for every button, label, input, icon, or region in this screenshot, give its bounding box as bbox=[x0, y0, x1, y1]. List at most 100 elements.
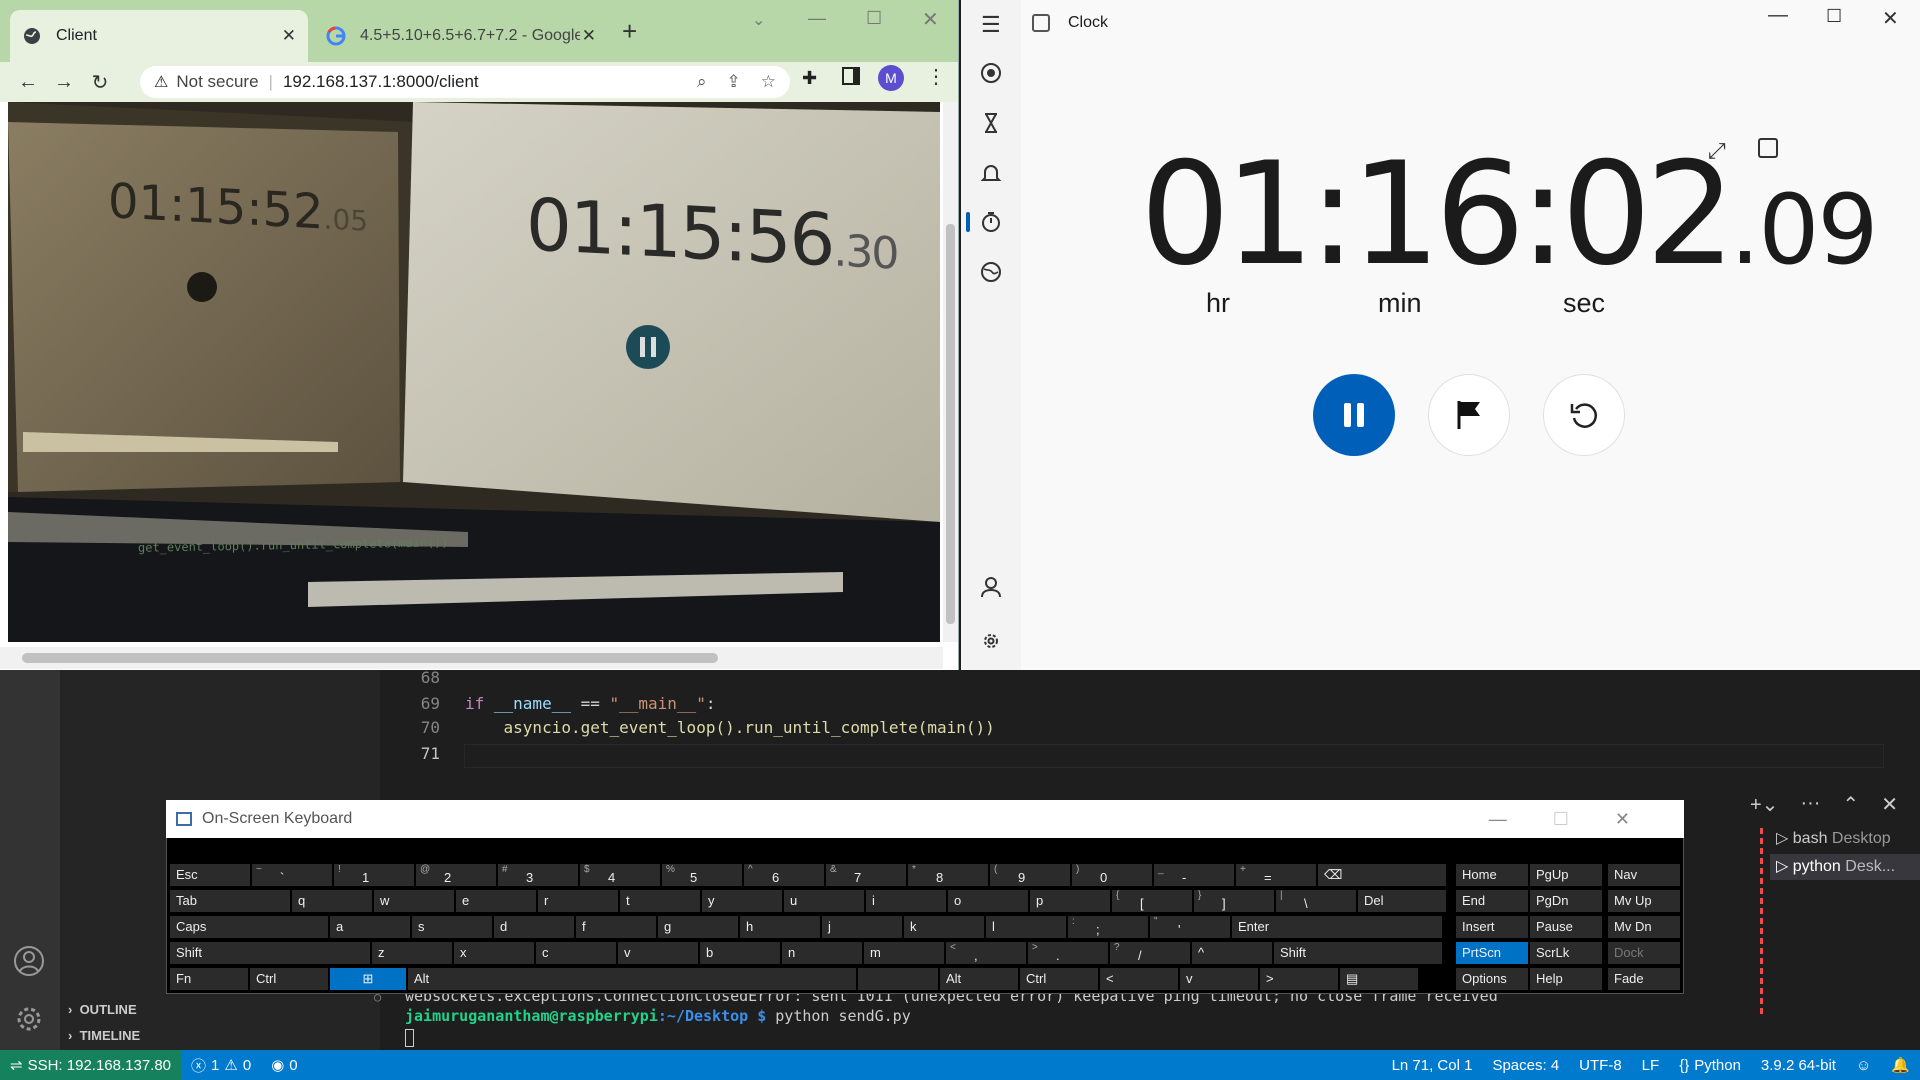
osk-key[interactable]: ? / bbox=[1110, 942, 1190, 964]
osk-key[interactable]: p bbox=[1030, 890, 1110, 912]
terminal-tab-bash[interactable]: ▷ bash Desktop bbox=[1776, 828, 1891, 848]
osk-key[interactable]: v bbox=[618, 942, 698, 964]
osk-key[interactable]: Fn bbox=[170, 968, 248, 990]
indentation[interactable]: Spaces: 4 bbox=[1482, 1057, 1569, 1074]
star-icon[interactable]: ☆ bbox=[761, 72, 776, 92]
osk-key[interactable]: a bbox=[330, 916, 410, 938]
osk-key[interactable]: x bbox=[454, 942, 534, 964]
share-icon[interactable]: ⇪ bbox=[727, 72, 741, 92]
minimize-button[interactable]: — bbox=[1489, 809, 1507, 830]
osk-key[interactable]: {[ bbox=[1112, 890, 1192, 912]
osk-nav-key[interactable]: Options bbox=[1456, 968, 1528, 990]
osk-key[interactable]: Ctrl bbox=[250, 968, 328, 990]
osk-nav-key[interactable]: Pause bbox=[1530, 916, 1602, 938]
ports-indicator[interactable]: ◉ 0 bbox=[261, 1056, 307, 1075]
osk-key[interactable]: w bbox=[374, 890, 454, 912]
osk-key[interactable]: Alt bbox=[940, 968, 1018, 990]
osk-key[interactable]: * 8 bbox=[908, 864, 988, 886]
more-menu-icon[interactable]: ⋮ bbox=[926, 64, 946, 89]
reload-icon[interactable]: ↻ bbox=[82, 64, 118, 100]
osk-nav-key[interactable]: PgDn bbox=[1530, 890, 1602, 912]
osk-key[interactable]: % 5 bbox=[662, 864, 742, 886]
close-panel-icon[interactable]: ✕ bbox=[1881, 792, 1898, 817]
osk-key[interactable]: g bbox=[658, 916, 738, 938]
osk-key[interactable]: <, bbox=[946, 942, 1026, 964]
osk-key[interactable]: Alt bbox=[408, 968, 856, 990]
osk-key[interactable]: _ - bbox=[1154, 864, 1234, 886]
vertical-scrollbar[interactable] bbox=[943, 102, 958, 642]
osk-nav-key[interactable]: Dock bbox=[1608, 942, 1680, 964]
lap-button[interactable] bbox=[1428, 374, 1510, 456]
osk-key[interactable]: Shift bbox=[170, 942, 370, 964]
osk-key[interactable]: $4 bbox=[580, 864, 660, 886]
close-window-button[interactable]: ✕ bbox=[1882, 6, 1899, 31]
timer-icon[interactable] bbox=[974, 106, 1008, 140]
osk-key[interactable]: s bbox=[412, 916, 492, 938]
encoding[interactable]: UTF-8 bbox=[1569, 1057, 1632, 1074]
new-terminal-icon[interactable]: +⌄ bbox=[1750, 792, 1778, 817]
pause-button[interactable] bbox=[1313, 374, 1395, 456]
osk-key[interactable]: Esc bbox=[170, 864, 250, 886]
settings-gear-icon[interactable] bbox=[974, 624, 1008, 658]
osk-key[interactable]: ⌫ bbox=[1318, 864, 1446, 886]
osk-key[interactable]: u bbox=[784, 890, 864, 912]
horizontal-scrollbar[interactable] bbox=[0, 647, 943, 669]
osk-key[interactable]: ~ ` bbox=[252, 864, 332, 886]
osk-key[interactable]: }] bbox=[1194, 890, 1274, 912]
osk-key[interactable]: Shift bbox=[1274, 942, 1442, 964]
tab-search-icon[interactable]: ⌄ bbox=[752, 10, 765, 30]
osk-key[interactable]: q bbox=[292, 890, 372, 912]
osk-key[interactable]: m bbox=[864, 942, 944, 964]
osk-key[interactable]: > bbox=[1260, 968, 1338, 990]
osk-key[interactable]: & 7 bbox=[826, 864, 906, 886]
minimize-button[interactable]: — bbox=[1768, 4, 1788, 27]
osk-key[interactable]: f bbox=[576, 916, 656, 938]
osk-key[interactable]: k bbox=[904, 916, 984, 938]
osk-nav-key[interactable]: Home bbox=[1456, 864, 1528, 886]
manage-gear-icon[interactable] bbox=[12, 1002, 46, 1036]
osk-key[interactable]: d bbox=[494, 916, 574, 938]
maximize-button[interactable]: ☐ bbox=[866, 8, 882, 29]
terminal-tab-python[interactable]: ▷ python Desk... bbox=[1770, 854, 1920, 880]
end-of-line[interactable]: LF bbox=[1632, 1057, 1670, 1074]
osk-key[interactable]: ▤ bbox=[1340, 968, 1418, 990]
feedback-icon[interactable]: ☺ bbox=[1846, 1057, 1881, 1074]
osk-key[interactable]: ) 0 bbox=[1072, 864, 1152, 886]
osk-key[interactable]: ! 1 bbox=[334, 864, 414, 886]
osk-key[interactable]: + = bbox=[1236, 864, 1316, 886]
osk-key[interactable]: l bbox=[986, 916, 1066, 938]
osk-key[interactable]: i bbox=[866, 890, 946, 912]
osk-key[interactable]: n bbox=[782, 942, 862, 964]
osk-key[interactable]: < bbox=[1100, 968, 1178, 990]
osk-key[interactable]: v bbox=[1180, 968, 1258, 990]
osk-key[interactable]: >. bbox=[1028, 942, 1108, 964]
remote-indicator[interactable]: ⇌ SSH: 192.168.137.80 bbox=[0, 1050, 182, 1080]
browser-tab-google[interactable]: 4.5+5.10+6.5+6.7+7.2 - Google S ✕ bbox=[314, 10, 608, 62]
hamburger-menu-icon[interactable]: ☰ bbox=[981, 12, 1001, 38]
osk-key[interactable]: e bbox=[456, 890, 536, 912]
extensions-icon[interactable]: ✚ bbox=[802, 68, 817, 89]
osk-nav-key[interactable]: PrtScn bbox=[1456, 942, 1528, 964]
osk-key[interactable]: ⊞ bbox=[330, 968, 406, 990]
more-actions-icon[interactable]: ··· bbox=[1800, 792, 1820, 817]
focus-sessions-icon[interactable] bbox=[974, 56, 1008, 90]
close-window-button[interactable]: ✕ bbox=[922, 7, 939, 32]
accounts-icon[interactable] bbox=[12, 944, 46, 978]
sidepanel-icon[interactable] bbox=[842, 67, 860, 85]
osk-key[interactable]: y bbox=[702, 890, 782, 912]
cursor-position[interactable]: Ln 71, Col 1 bbox=[1382, 1057, 1483, 1074]
osk-nav-key[interactable]: End bbox=[1456, 890, 1528, 912]
osk-key[interactable]: j bbox=[822, 916, 902, 938]
osk-key[interactable]: Caps bbox=[170, 916, 328, 938]
back-icon[interactable]: ← bbox=[10, 64, 46, 100]
maximize-button[interactable]: ☐ bbox=[1553, 809, 1569, 830]
osk-key[interactable]: b bbox=[700, 942, 780, 964]
osk-key[interactable]: " ' bbox=[1150, 916, 1230, 938]
language-mode[interactable]: {} Python bbox=[1669, 1057, 1751, 1074]
osk-nav-key[interactable]: ScrLk bbox=[1530, 942, 1602, 964]
osk-key[interactable]: @2 bbox=[416, 864, 496, 886]
minimize-button[interactable]: — bbox=[808, 8, 826, 29]
close-tab-icon[interactable]: ✕ bbox=[582, 26, 596, 46]
alarm-icon[interactable] bbox=[974, 156, 1008, 190]
osk-key[interactable]: ^ 6 bbox=[744, 864, 824, 886]
